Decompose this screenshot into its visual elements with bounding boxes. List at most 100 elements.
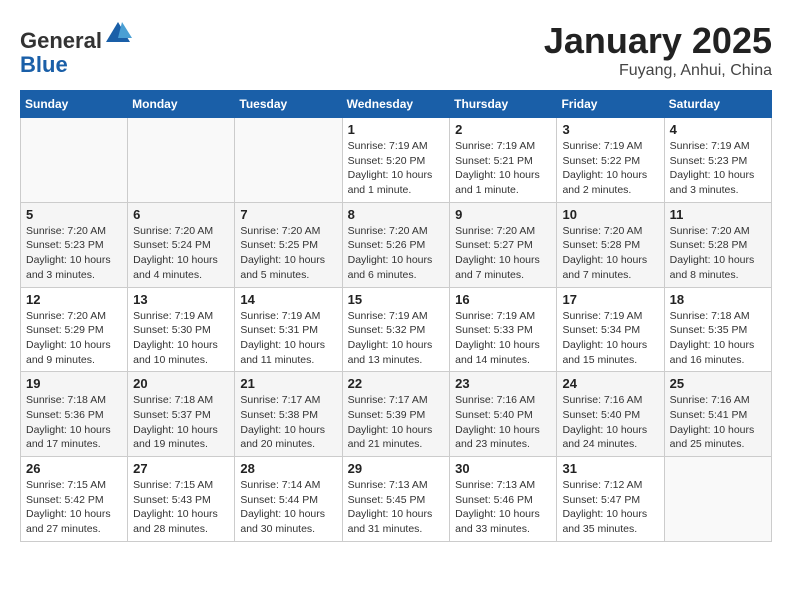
day-info: Sunrise: 7:18 AM Sunset: 5:37 PM Dayligh…: [133, 393, 229, 452]
calendar-cell: 5 Sunrise: 7:20 AM Sunset: 5:23 PM Daylig…: [21, 202, 128, 287]
day-number: 18: [670, 292, 766, 307]
day-number: 15: [348, 292, 445, 307]
logo-blue: Blue: [20, 52, 68, 77]
calendar-cell: 17Sunrise: 7:19 AM Sunset: 5:34 PM Dayli…: [557, 287, 664, 372]
calendar-cell: 1 Sunrise: 7:19 AM Sunset: 5:20 PM Daylig…: [342, 118, 450, 203]
day-info: Sunrise: 7:18 AM Sunset: 5:35 PM Dayligh…: [670, 309, 766, 368]
day-number: 7: [240, 207, 336, 222]
calendar-cell: 10Sunrise: 7:20 AM Sunset: 5:28 PM Dayli…: [557, 202, 664, 287]
calendar-cell: 23 Sunrise: 7:16 AM Sunset: 5:40 PM Dayli…: [450, 372, 557, 457]
calendar-cell: 25 Sunrise: 7:16 AM Sunset: 5:41 PM Dayli…: [664, 372, 771, 457]
calendar-week-5: 26Sunrise: 7:15 AM Sunset: 5:42 PM Dayli…: [21, 457, 772, 542]
weekday-header-saturday: Saturday: [664, 91, 771, 118]
day-number: 30: [455, 461, 551, 476]
day-number: 14: [240, 292, 336, 307]
day-number: 19: [26, 376, 122, 391]
day-number: 9: [455, 207, 551, 222]
calendar-cell: 6Sunrise: 7:20 AM Sunset: 5:24 PM Daylig…: [128, 202, 235, 287]
calendar-cell: 8 Sunrise: 7:20 AM Sunset: 5:26 PM Daylig…: [342, 202, 450, 287]
calendar-cell: 13Sunrise: 7:19 AM Sunset: 5:30 PM Dayli…: [128, 287, 235, 372]
calendar-cell: 22 Sunrise: 7:17 AM Sunset: 5:39 PM Dayli…: [342, 372, 450, 457]
day-info: Sunrise: 7:19 AM Sunset: 5:32 PM Dayligh…: [348, 309, 445, 368]
weekday-header-sunday: Sunday: [21, 91, 128, 118]
calendar-week-2: 5 Sunrise: 7:20 AM Sunset: 5:23 PM Daylig…: [21, 202, 772, 287]
calendar-cell: 2 Sunrise: 7:19 AM Sunset: 5:21 PM Daylig…: [450, 118, 557, 203]
day-number: 27: [133, 461, 229, 476]
day-info: Sunrise: 7:20 AM Sunset: 5:27 PM Dayligh…: [455, 224, 551, 283]
calendar-cell: 30 Sunrise: 7:13 AM Sunset: 5:46 PM Dayli…: [450, 457, 557, 542]
day-info: Sunrise: 7:17 AM Sunset: 5:38 PM Dayligh…: [240, 393, 336, 452]
calendar-cell: 9 Sunrise: 7:20 AM Sunset: 5:27 PM Daylig…: [450, 202, 557, 287]
calendar-cell: 19 Sunrise: 7:18 AM Sunset: 5:36 PM Dayli…: [21, 372, 128, 457]
calendar-week-3: 12 Sunrise: 7:20 AM Sunset: 5:29 PM Dayli…: [21, 287, 772, 372]
day-number: 8: [348, 207, 445, 222]
day-number: 24: [562, 376, 658, 391]
calendar-cell: [235, 118, 342, 203]
day-info: Sunrise: 7:20 AM Sunset: 5:28 PM Dayligh…: [670, 224, 766, 283]
calendar-cell: 24Sunrise: 7:16 AM Sunset: 5:40 PM Dayli…: [557, 372, 664, 457]
day-info: Sunrise: 7:20 AM Sunset: 5:23 PM Dayligh…: [26, 224, 122, 283]
day-number: 2: [455, 122, 551, 137]
day-number: 4: [670, 122, 766, 137]
calendar-cell: 21 Sunrise: 7:17 AM Sunset: 5:38 PM Dayli…: [235, 372, 342, 457]
day-info: Sunrise: 7:17 AM Sunset: 5:39 PM Dayligh…: [348, 393, 445, 452]
day-number: 28: [240, 461, 336, 476]
location-subtitle: Fuyang, Anhui, China: [544, 62, 772, 80]
day-number: 21: [240, 376, 336, 391]
day-info: Sunrise: 7:18 AM Sunset: 5:36 PM Dayligh…: [26, 393, 122, 452]
calendar-cell: [664, 457, 771, 542]
day-number: 5: [26, 207, 122, 222]
day-number: 11: [670, 207, 766, 222]
calendar-cell: 20 Sunrise: 7:18 AM Sunset: 5:37 PM Dayli…: [128, 372, 235, 457]
day-info: Sunrise: 7:19 AM Sunset: 5:22 PM Dayligh…: [562, 139, 658, 198]
day-info: Sunrise: 7:19 AM Sunset: 5:31 PM Dayligh…: [240, 309, 336, 368]
day-info: Sunrise: 7:13 AM Sunset: 5:46 PM Dayligh…: [455, 478, 551, 537]
day-number: 22: [348, 376, 445, 391]
day-info: Sunrise: 7:16 AM Sunset: 5:41 PM Dayligh…: [670, 393, 766, 452]
day-number: 1: [348, 122, 445, 137]
day-info: Sunrise: 7:20 AM Sunset: 5:26 PM Dayligh…: [348, 224, 445, 283]
calendar-cell: 26Sunrise: 7:15 AM Sunset: 5:42 PM Dayli…: [21, 457, 128, 542]
day-number: 23: [455, 376, 551, 391]
day-number: 26: [26, 461, 122, 476]
day-info: Sunrise: 7:20 AM Sunset: 5:28 PM Dayligh…: [562, 224, 658, 283]
day-number: 12: [26, 292, 122, 307]
weekday-header-monday: Monday: [128, 91, 235, 118]
month-title: January 2025: [544, 20, 772, 62]
day-number: 31: [562, 461, 658, 476]
calendar-cell: 11 Sunrise: 7:20 AM Sunset: 5:28 PM Dayli…: [664, 202, 771, 287]
day-info: Sunrise: 7:19 AM Sunset: 5:21 PM Dayligh…: [455, 139, 551, 198]
weekday-header-friday: Friday: [557, 91, 664, 118]
calendar-cell: 15 Sunrise: 7:19 AM Sunset: 5:32 PM Dayli…: [342, 287, 450, 372]
calendar-cell: [128, 118, 235, 203]
title-block: January 2025 Fuyang, Anhui, China: [544, 20, 772, 80]
calendar-table: SundayMondayTuesdayWednesdayThursdayFrid…: [20, 90, 772, 542]
day-info: Sunrise: 7:19 AM Sunset: 5:30 PM Dayligh…: [133, 309, 229, 368]
calendar-cell: [21, 118, 128, 203]
calendar-cell: 18 Sunrise: 7:18 AM Sunset: 5:35 PM Dayli…: [664, 287, 771, 372]
calendar-cell: 16Sunrise: 7:19 AM Sunset: 5:33 PM Dayli…: [450, 287, 557, 372]
calendar-week-1: 1 Sunrise: 7:19 AM Sunset: 5:20 PM Daylig…: [21, 118, 772, 203]
day-number: 17: [562, 292, 658, 307]
day-info: Sunrise: 7:20 AM Sunset: 5:25 PM Dayligh…: [240, 224, 336, 283]
calendar-cell: 14 Sunrise: 7:19 AM Sunset: 5:31 PM Dayli…: [235, 287, 342, 372]
calendar-cell: 31Sunrise: 7:12 AM Sunset: 5:47 PM Dayli…: [557, 457, 664, 542]
day-info: Sunrise: 7:19 AM Sunset: 5:20 PM Dayligh…: [348, 139, 445, 198]
calendar-cell: 4Sunrise: 7:19 AM Sunset: 5:23 PM Daylig…: [664, 118, 771, 203]
day-info: Sunrise: 7:20 AM Sunset: 5:29 PM Dayligh…: [26, 309, 122, 368]
day-info: Sunrise: 7:19 AM Sunset: 5:33 PM Dayligh…: [455, 309, 551, 368]
day-info: Sunrise: 7:16 AM Sunset: 5:40 PM Dayligh…: [455, 393, 551, 452]
calendar-cell: 7 Sunrise: 7:20 AM Sunset: 5:25 PM Daylig…: [235, 202, 342, 287]
calendar-cell: 27 Sunrise: 7:15 AM Sunset: 5:43 PM Dayli…: [128, 457, 235, 542]
day-number: 6: [133, 207, 229, 222]
day-number: 20: [133, 376, 229, 391]
day-number: 25: [670, 376, 766, 391]
page-header: General Blue January 2025 Fuyang, Anhui,…: [20, 20, 772, 80]
calendar-cell: 12 Sunrise: 7:20 AM Sunset: 5:29 PM Dayli…: [21, 287, 128, 372]
calendar-cell: 29Sunrise: 7:13 AM Sunset: 5:45 PM Dayli…: [342, 457, 450, 542]
weekday-header-tuesday: Tuesday: [235, 91, 342, 118]
day-info: Sunrise: 7:15 AM Sunset: 5:43 PM Dayligh…: [133, 478, 229, 537]
weekday-header-wednesday: Wednesday: [342, 91, 450, 118]
logo-general: General: [20, 28, 102, 53]
day-number: 29: [348, 461, 445, 476]
